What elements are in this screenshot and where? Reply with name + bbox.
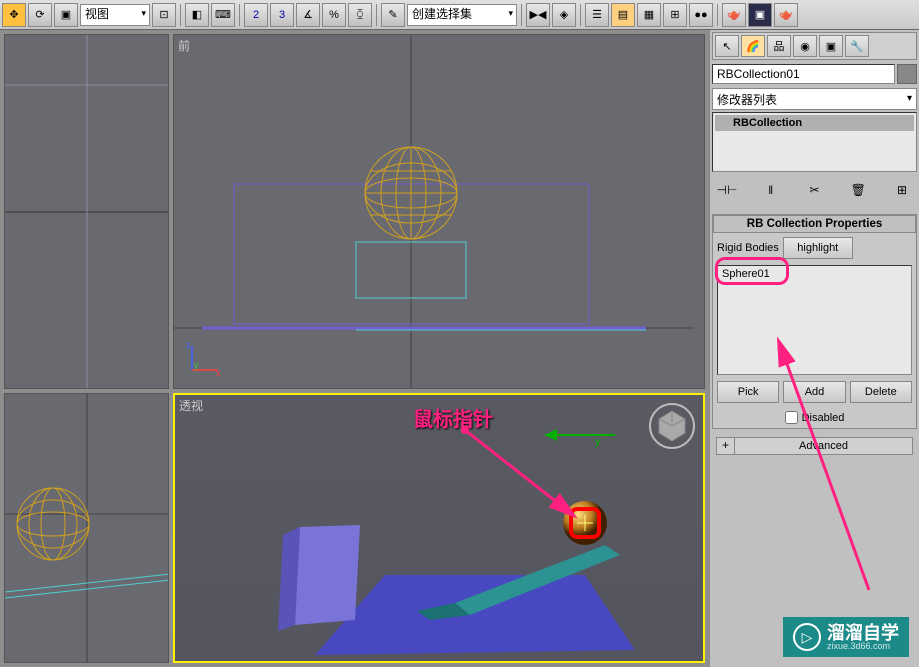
reference-coord-select[interactable]: 视图: [80, 4, 150, 26]
delete-button[interactable]: Delete: [850, 381, 912, 403]
tab-motion[interactable]: ◉: [793, 35, 817, 57]
object-name-row: [712, 64, 917, 84]
scale-tool[interactable]: ▣: [54, 3, 78, 27]
material-editor[interactable]: ●●: [689, 3, 713, 27]
modifier-stack-tools: ⊣⊢ ‖ ✂ 🗑 ⊞: [712, 178, 917, 202]
main-area: 前: [0, 30, 919, 667]
viewport-perspective[interactable]: 透视: [173, 393, 705, 663]
modifier-list-dropdown[interactable]: 修改器列表: [712, 88, 917, 110]
viewport-label: 前: [178, 37, 190, 54]
modifier-stack-item[interactable]: RBCollection: [715, 115, 914, 131]
remove-modifier-icon[interactable]: 🗑: [847, 180, 869, 200]
rigid-bodies-label: Rigid Bodies: [717, 242, 779, 254]
viewports-container: 前: [0, 30, 709, 667]
named-selection-select[interactable]: 创建选择集: [407, 4, 517, 26]
annotation-arrow-icon: [455, 425, 595, 535]
rollout-title: RB Collection Properties: [713, 215, 916, 233]
percent-snap[interactable]: %: [322, 3, 346, 27]
separator: [239, 4, 240, 26]
tab-display[interactable]: ▣: [819, 35, 843, 57]
disabled-label: Disabled: [802, 412, 845, 424]
viewport-bottom-left[interactable]: [4, 393, 169, 663]
dope-sheet[interactable]: ▦: [637, 3, 661, 27]
quick-render[interactable]: 🫖: [774, 3, 798, 27]
object-name-input[interactable]: [712, 64, 895, 84]
layers-manager[interactable]: ☰: [585, 3, 609, 27]
align-tool[interactable]: ◈: [552, 3, 576, 27]
viewport-top-left[interactable]: [4, 34, 169, 389]
show-end-result-icon[interactable]: ‖: [760, 180, 782, 200]
configure-sets-icon[interactable]: ⊞: [891, 180, 913, 200]
mirror-tool[interactable]: ▶◀: [526, 3, 550, 27]
schematic-view[interactable]: ⊞: [663, 3, 687, 27]
separator: [376, 4, 377, 26]
toolbar: ✥ ⟳ ▣ 视图 ⊡ ◧ ⌨ 2 3 ∡ % ⧲ ✎ 创建选择集 ▶◀ ◈ ☰ …: [0, 0, 919, 30]
snap-3d[interactable]: 3: [270, 3, 294, 27]
svg-text:x: x: [216, 368, 221, 378]
keyboard-shortcut-toggle[interactable]: ⌨: [211, 3, 235, 27]
watermark: ▷ 溜溜自学 zixue.3d66.com: [783, 617, 909, 657]
svg-text:y: y: [194, 360, 199, 370]
svg-text:y: y: [595, 436, 601, 448]
watermark-title: 溜溜自学: [827, 624, 899, 642]
modifier-stack[interactable]: RBCollection: [712, 112, 917, 172]
command-panel: ↖ 🌈 品 ◉ ▣ 🔧 修改器列表 RBCollection ⊣⊢ ‖ ✂ 🗑 …: [709, 30, 919, 667]
move-tool[interactable]: ✥: [2, 3, 26, 27]
pin-stack-icon[interactable]: ⊣⊢: [716, 180, 738, 200]
tab-hierarchy[interactable]: 品: [767, 35, 791, 57]
viewport-front[interactable]: 前: [173, 34, 705, 389]
separator: [717, 4, 718, 26]
add-button[interactable]: Add: [783, 381, 845, 403]
watermark-logo-icon: ▷: [793, 623, 821, 651]
axis-gizmo-icon: z x y: [184, 338, 224, 378]
use-pivot-center[interactable]: ⊡: [152, 3, 176, 27]
select-manipulate[interactable]: ◧: [185, 3, 209, 27]
viewport-label: 透视: [179, 397, 203, 414]
angle-snap[interactable]: ∡: [296, 3, 320, 27]
spinner-snap[interactable]: ⧲: [348, 3, 372, 27]
command-panel-tabs: ↖ 🌈 品 ◉ ▣ 🔧: [712, 32, 917, 60]
tab-utilities[interactable]: 🔧: [845, 35, 869, 57]
watermark-url: zixue.3d66.com: [827, 642, 899, 651]
tab-modify[interactable]: 🌈: [741, 35, 765, 57]
separator: [580, 4, 581, 26]
svg-text:z: z: [186, 340, 191, 350]
make-unique-icon[interactable]: ✂: [804, 180, 826, 200]
curve-editor[interactable]: ▤: [611, 3, 635, 27]
snap-2d[interactable]: 2: [244, 3, 268, 27]
advanced-label: Advanced: [735, 438, 912, 454]
rotate-tool[interactable]: ⟳: [28, 3, 52, 27]
annotation-circle: [715, 257, 789, 285]
tab-create[interactable]: ↖: [715, 35, 739, 57]
separator: [180, 4, 181, 26]
named-selection-edit[interactable]: ✎: [381, 3, 405, 27]
render-frame[interactable]: ▣: [748, 3, 772, 27]
render-setup[interactable]: 🫖: [722, 3, 746, 27]
disabled-checkbox[interactable]: [785, 411, 798, 424]
separator: [521, 4, 522, 26]
highlight-button[interactable]: highlight: [783, 237, 853, 259]
pick-button[interactable]: Pick: [717, 381, 779, 403]
advanced-rollout[interactable]: + Advanced: [716, 437, 913, 455]
expand-icon[interactable]: +: [717, 438, 735, 454]
object-color-swatch[interactable]: [897, 64, 917, 84]
